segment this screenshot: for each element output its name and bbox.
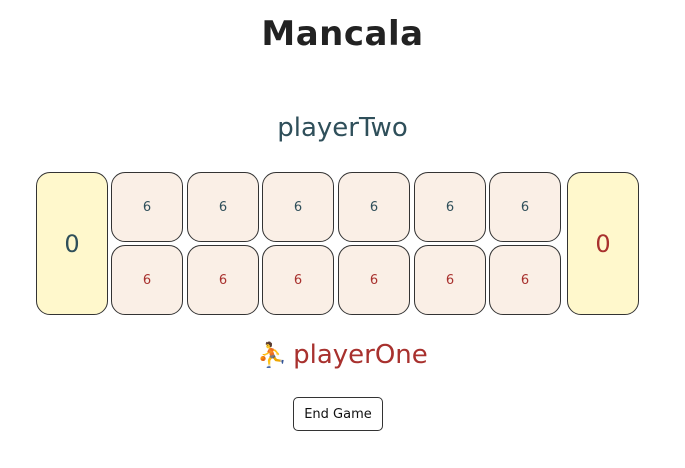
bottom-pit-6[interactable]: 6 bbox=[489, 245, 561, 315]
bottom-pit-2[interactable]: 6 bbox=[187, 245, 259, 315]
mancala-board: 0 6 6 6 6 6 6 6 6 6 6 6 6 0 bbox=[36, 172, 639, 315]
top-pit-6[interactable]: 6 bbox=[489, 172, 561, 242]
top-pit-2[interactable]: 6 bbox=[187, 172, 259, 242]
bottom-pit-1[interactable]: 6 bbox=[111, 245, 183, 315]
player-one-label: playerOne bbox=[293, 340, 428, 370]
active-player-icon: ⛹ bbox=[257, 341, 288, 369]
player-two-label: playerTwo bbox=[277, 113, 408, 143]
top-pit-5[interactable]: 6 bbox=[414, 172, 486, 242]
end-game-button[interactable]: End Game bbox=[293, 397, 383, 431]
top-pit-4[interactable]: 6 bbox=[338, 172, 410, 242]
bottom-pit-5[interactable]: 6 bbox=[414, 245, 486, 315]
top-pit-1[interactable]: 6 bbox=[111, 172, 183, 242]
player-one-store: 0 bbox=[567, 172, 639, 315]
top-pit-3[interactable]: 6 bbox=[262, 172, 334, 242]
bottom-pit-4[interactable]: 6 bbox=[338, 245, 410, 315]
game-title: Mancala bbox=[261, 14, 424, 54]
player-two-store: 0 bbox=[36, 172, 108, 315]
bottom-pit-3[interactable]: 6 bbox=[262, 245, 334, 315]
player-one-row: ⛹ playerOne bbox=[0, 340, 685, 370]
